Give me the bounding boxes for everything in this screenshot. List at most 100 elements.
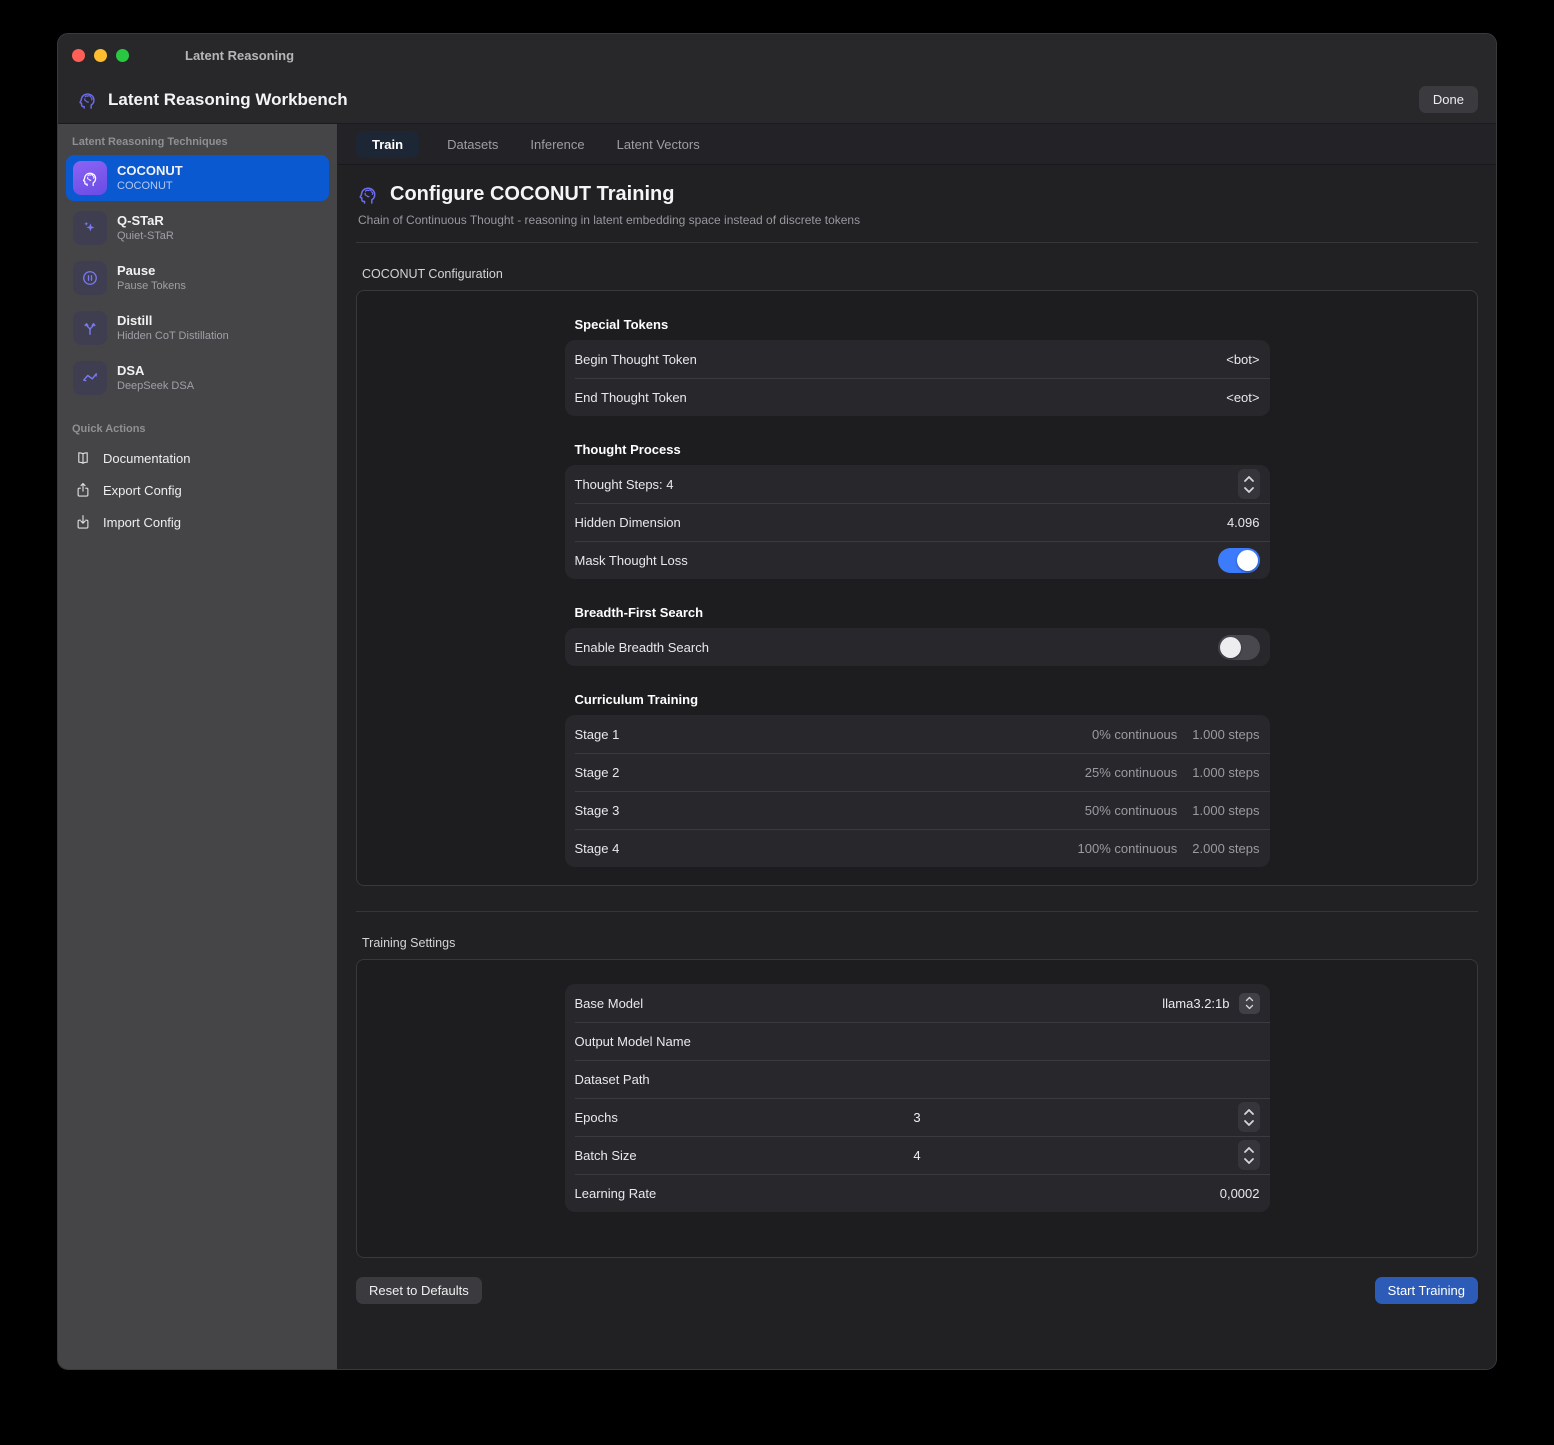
sidebar-item-coconut[interactable]: COCONUT COCONUT	[66, 155, 329, 201]
training-settings-label: Training Settings	[362, 936, 1478, 950]
dataset-path-row[interactable]: Dataset Path	[565, 1060, 1270, 1098]
toggle-knob	[1220, 637, 1241, 658]
chevron-down-icon	[1243, 1157, 1255, 1165]
brain-icon	[73, 161, 107, 195]
done-button[interactable]: Done	[1419, 86, 1478, 113]
techniques-section-header: Latent Reasoning Techniques	[58, 136, 337, 148]
wave-chart-icon	[73, 361, 107, 395]
reset-to-defaults-button[interactable]: Reset to Defaults	[356, 1277, 482, 1304]
train-view: Configure COCONUT Training Chain of Cont…	[338, 165, 1496, 1369]
epochs-row: Epochs 3	[565, 1098, 1270, 1136]
row-label: Epochs	[575, 1110, 618, 1125]
view-title: Configure COCONUT Training	[390, 183, 674, 206]
fullscreen-window-button[interactable]	[116, 49, 129, 62]
sidebar-item-subtitle: Hidden CoT Distillation	[117, 329, 229, 343]
app-window: Latent Reasoning Latent Reasoning Workbe…	[57, 33, 1497, 1370]
stage-label: Stage 1	[575, 727, 620, 742]
end-thought-token-row[interactable]: End Thought Token <eot>	[565, 378, 1270, 416]
stage-row: Stage 1 0% continuous 1.000 steps	[565, 715, 1270, 753]
sidebar-item-dsa[interactable]: DSA DeepSeek DSA	[66, 355, 329, 401]
learning-rate-value: 0,0002	[1220, 1186, 1260, 1201]
start-training-button[interactable]: Start Training	[1375, 1277, 1478, 1304]
book-icon	[74, 449, 92, 467]
thought-process-header: Thought Process	[575, 442, 1270, 457]
row-label: Dataset Path	[575, 1072, 650, 1087]
special-tokens-group: Begin Thought Token <bot> End Thought To…	[565, 340, 1270, 416]
stage-continuous-value: 100% continuous	[1078, 841, 1178, 856]
chevron-up-icon	[1243, 1108, 1255, 1116]
stage-row: Stage 3 50% continuous 1.000 steps	[565, 791, 1270, 829]
coconut-config-card: Special Tokens Begin Thought Token <bot>…	[356, 290, 1478, 886]
config-card-label: COCONUT Configuration	[362, 267, 1478, 281]
chevron-up-icon	[1243, 475, 1255, 483]
close-window-button[interactable]	[72, 49, 85, 62]
stage-label: Stage 2	[575, 765, 620, 780]
brain-icon	[76, 88, 99, 111]
thought-process-group: Thought Steps: 4 Hidden Dimension 4.096	[565, 465, 1270, 579]
sidebar-action-export-config[interactable]: Export Config	[58, 474, 337, 506]
sidebar-item-title: Pause	[117, 263, 186, 279]
sidebar-item-pause[interactable]: Pause Pause Tokens	[66, 255, 329, 301]
sidebar-item-subtitle: DeepSeek DSA	[117, 379, 194, 393]
training-settings-card: Base Model llama3.2:1b	[356, 959, 1478, 1258]
sidebar-item-subtitle: Quiet-STaR	[117, 229, 174, 243]
import-icon	[74, 513, 92, 531]
tab-inference[interactable]: Inference	[526, 131, 588, 158]
hidden-dimension-value: 4.096	[1227, 515, 1260, 530]
divider	[356, 911, 1478, 912]
row-label: Hidden Dimension	[575, 515, 681, 530]
epochs-value: 3	[913, 1110, 920, 1125]
begin-thought-token-row[interactable]: Begin Thought Token <bot>	[565, 340, 1270, 378]
sparkles-icon	[73, 211, 107, 245]
epochs-stepper[interactable]	[1238, 1102, 1260, 1132]
tab-train[interactable]: Train	[356, 131, 419, 158]
output-model-name-row[interactable]: Output Model Name	[565, 1022, 1270, 1060]
chevron-up-icon	[1243, 1146, 1255, 1154]
traffic-lights	[72, 49, 129, 62]
sidebar-item-title: COCONUT	[117, 163, 183, 179]
branch-icon	[73, 311, 107, 345]
export-icon	[74, 481, 92, 499]
app-header: Latent Reasoning Workbench Done	[58, 76, 1496, 124]
tab-datasets[interactable]: Datasets	[443, 131, 502, 158]
bfs-header: Breadth-First Search	[575, 605, 1270, 620]
action-label: Import Config	[103, 515, 181, 530]
sidebar-action-import-config[interactable]: Import Config	[58, 506, 337, 538]
training-settings-group: Base Model llama3.2:1b	[565, 984, 1270, 1212]
page-title: Latent Reasoning Workbench	[108, 90, 1419, 110]
mask-thought-loss-toggle[interactable]	[1218, 548, 1260, 573]
tab-latent-vectors[interactable]: Latent Vectors	[613, 131, 704, 158]
footer-actions: Reset to Defaults Start Training	[356, 1277, 1478, 1304]
learning-rate-row[interactable]: Learning Rate 0,0002	[565, 1174, 1270, 1212]
pause-circle-icon	[73, 261, 107, 295]
titlebar: Latent Reasoning	[58, 34, 1496, 76]
stage-label: Stage 3	[575, 803, 620, 818]
sidebar-item-qstar[interactable]: Q-STaR Quiet-STaR	[66, 205, 329, 251]
main-panel: Train Datasets Inference Latent Vectors …	[338, 124, 1496, 1369]
sidebar-item-distill[interactable]: Distill Hidden CoT Distillation	[66, 305, 329, 351]
action-label: Documentation	[103, 451, 190, 466]
sidebar-item-subtitle: COCONUT	[117, 179, 183, 193]
batch-size-stepper[interactable]	[1238, 1140, 1260, 1170]
row-label: Begin Thought Token	[575, 352, 697, 367]
stage-steps-value: 1.000 steps	[1192, 727, 1259, 742]
sidebar-action-documentation[interactable]: Documentation	[58, 442, 337, 474]
row-label: Thought Steps: 4	[575, 477, 674, 492]
curriculum-group: Stage 1 0% continuous 1.000 steps Stage …	[565, 715, 1270, 867]
mask-thought-loss-row: Mask Thought Loss	[565, 541, 1270, 579]
stage-continuous-value: 25% continuous	[1085, 765, 1178, 780]
thought-steps-stepper[interactable]	[1238, 469, 1260, 499]
row-label: Learning Rate	[575, 1186, 657, 1201]
chevron-down-icon	[1243, 1119, 1255, 1127]
batch-size-row: Batch Size 4	[565, 1136, 1270, 1174]
stage-label: Stage 4	[575, 841, 620, 856]
window-title: Latent Reasoning	[185, 48, 294, 63]
enable-breadth-search-toggle[interactable]	[1218, 635, 1260, 660]
sidebar-item-title: DSA	[117, 363, 194, 379]
stage-row: Stage 2 25% continuous 1.000 steps	[565, 753, 1270, 791]
minimize-window-button[interactable]	[94, 49, 107, 62]
batch-size-value: 4	[913, 1148, 920, 1163]
sidebar-item-title: Q-STaR	[117, 213, 174, 229]
base-model-popup-button[interactable]	[1239, 993, 1260, 1014]
quick-actions-section-header: Quick Actions	[58, 423, 337, 435]
